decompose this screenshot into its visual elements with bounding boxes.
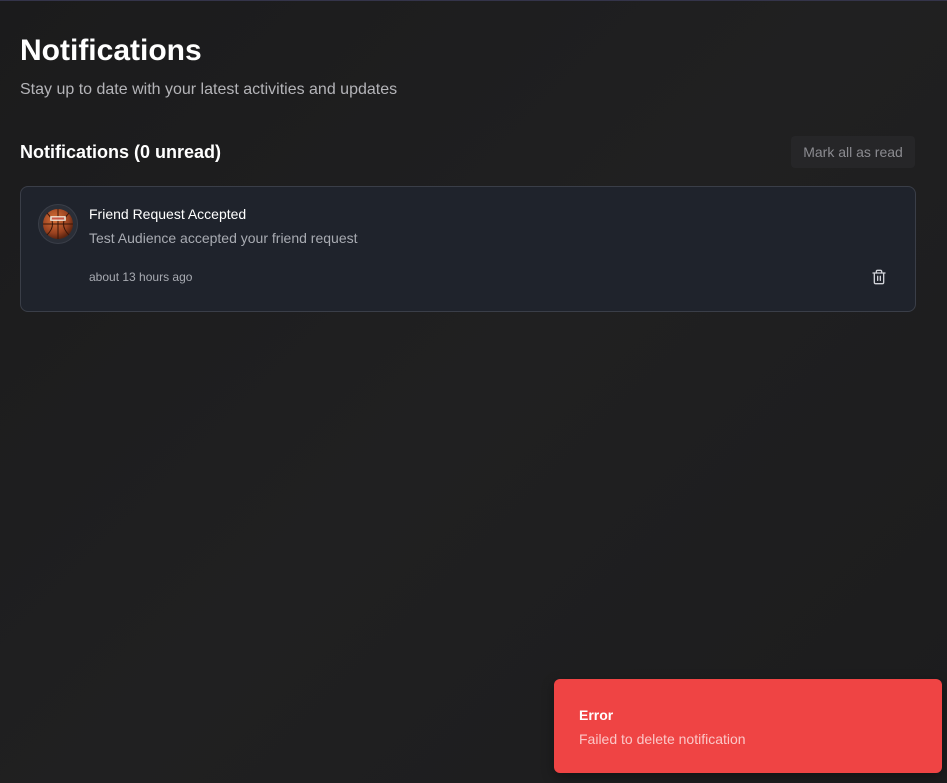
trash-icon — [872, 269, 886, 285]
page-subtitle: Stay up to date with your latest activit… — [20, 81, 398, 98]
notification-message: Test Audience accepted your friend reque… — [89, 230, 358, 246]
page-title: Notifications — [20, 34, 202, 67]
basketball-icon — [43, 209, 73, 239]
delete-notification-button[interactable] — [868, 266, 890, 288]
error-toast[interactable]: Error Failed to delete notification — [554, 679, 942, 773]
avatar — [38, 204, 78, 244]
notifications-count-heading: Notifications (0 unread) — [20, 142, 222, 162]
notification-title: Friend Request Accepted — [89, 206, 247, 222]
notification-item[interactable]: Friend Request Accepted Test Audience ac… — [20, 186, 916, 312]
notifications-page: Notifications Stay up to date with your … — [0, 0, 947, 783]
toast-title: Error — [579, 707, 614, 723]
mark-all-read-button[interactable]: Mark all as read — [791, 136, 915, 168]
toast-message: Failed to delete notification — [579, 731, 746, 747]
notification-timestamp: about 13 hours ago — [89, 270, 193, 284]
